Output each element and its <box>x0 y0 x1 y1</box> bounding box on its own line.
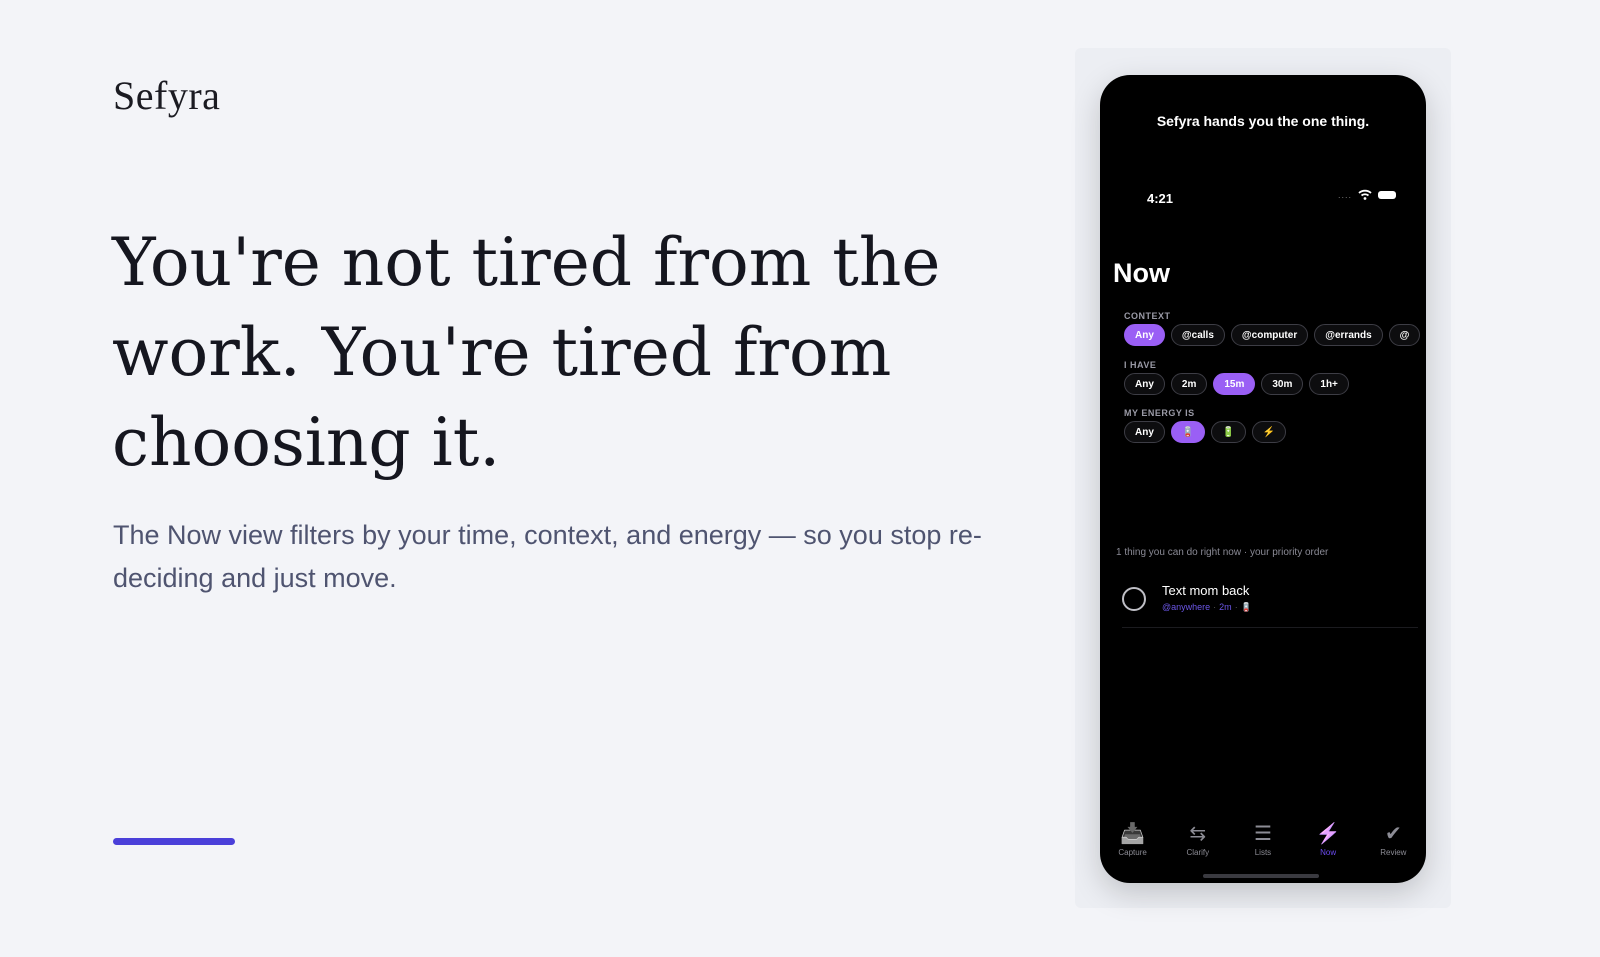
tab-label: Clarify <box>1186 848 1210 857</box>
energy-label: MY ENERGY IS <box>1124 408 1195 418</box>
lightning-icon: ⚡ <box>1315 823 1341 845</box>
hero-subtext: The Now view filters by your time, conte… <box>113 520 982 593</box>
swap-arrows-icon: ⇆ <box>1189 823 1207 845</box>
chip-context-errands[interactable]: @errands <box>1314 324 1383 346</box>
context-chips: Any @calls @computer @errands @ <box>1124 324 1421 346</box>
hero-headline: You're not tired from the work. You're t… <box>112 224 941 481</box>
tab-bar: 📥 Capture ⇆ Clarify ☰ Lists ⚡ Now ✔ Revi… <box>1100 823 1426 857</box>
accent-bar <box>113 838 235 845</box>
battery-icon <box>1378 190 1396 199</box>
tab-capture[interactable]: 📥 Capture <box>1105 823 1161 857</box>
tab-lists[interactable]: ☰ Lists <box>1235 823 1291 857</box>
task-meta: @anywhere · 2m · 🪫 <box>1162 602 1252 612</box>
phone-caption: Sefyra hands you the one thing. <box>1156 113 1370 129</box>
chip-context-any[interactable]: Any <box>1124 324 1165 346</box>
chip-time-30m[interactable]: 30m <box>1261 373 1304 395</box>
signal-dots-icon: .... <box>1337 189 1352 200</box>
tab-review[interactable]: ✔ Review <box>1365 823 1421 857</box>
task-duration: 2m <box>1219 602 1232 612</box>
chip-time-1h[interactable]: 1h+ <box>1309 373 1349 395</box>
status-icons: .... <box>1338 189 1396 200</box>
home-indicator <box>1203 874 1319 878</box>
full-battery-icon: 🔋 <box>1222 426 1235 438</box>
chip-energy-medium[interactable]: 🔋 <box>1211 421 1246 443</box>
check-circle-icon: ✔ <box>1384 823 1402 845</box>
tab-clarify[interactable]: ⇆ Clarify <box>1170 823 1226 857</box>
list-icon: ☰ <box>1254 823 1272 845</box>
status-time: 4:21 <box>1147 191 1174 206</box>
chip-context-computer[interactable]: @computer <box>1230 324 1309 346</box>
task-complete-radio[interactable] <box>1122 587 1146 611</box>
inbox-icon: 📥 <box>1120 823 1146 845</box>
phone-mockup: Sefyra hands you the one thing. 4:21 ...… <box>1100 75 1426 883</box>
screen-title: Now <box>1113 258 1170 288</box>
energy-chips: Any 🪫 🔋 ⚡ <box>1124 421 1287 443</box>
tab-label: Review <box>1380 848 1407 857</box>
lightning-icon: ⚡ <box>1262 426 1276 438</box>
time-label: I HAVE <box>1124 360 1157 370</box>
chip-time-15m[interactable]: 15m <box>1213 373 1256 395</box>
result-hint: 1 thing you can do right now · your prio… <box>1116 547 1329 558</box>
chip-context-calls[interactable]: @calls <box>1170 324 1225 346</box>
tab-label: Now <box>1320 848 1337 857</box>
brand-logo: Sefyra <box>113 73 221 118</box>
chip-time-any[interactable]: Any <box>1124 373 1165 395</box>
low-battery-icon: 🪫 <box>1240 602 1252 612</box>
low-battery-icon: 🪫 <box>1181 426 1195 438</box>
chip-context-more[interactable]: @ <box>1388 324 1421 346</box>
chip-energy-low[interactable]: 🪫 <box>1170 421 1206 443</box>
task-context: @anywhere <box>1162 602 1211 612</box>
time-chips: Any 2m 15m 30m 1h+ <box>1124 373 1349 395</box>
context-label: CONTEXT <box>1124 311 1171 321</box>
task-title: Text mom back <box>1162 583 1250 598</box>
tab-now[interactable]: ⚡ Now <box>1300 823 1356 857</box>
tab-label: Lists <box>1254 848 1272 857</box>
chip-time-2m[interactable]: 2m <box>1170 373 1208 395</box>
chip-energy-high[interactable]: ⚡ <box>1251 421 1287 443</box>
chip-energy-any[interactable]: Any <box>1124 421 1165 443</box>
task-row[interactable]: Text mom back @anywhere · 2m · 🪫 <box>1122 581 1418 628</box>
tab-label: Capture <box>1118 848 1147 857</box>
wifi-icon <box>1358 189 1372 200</box>
